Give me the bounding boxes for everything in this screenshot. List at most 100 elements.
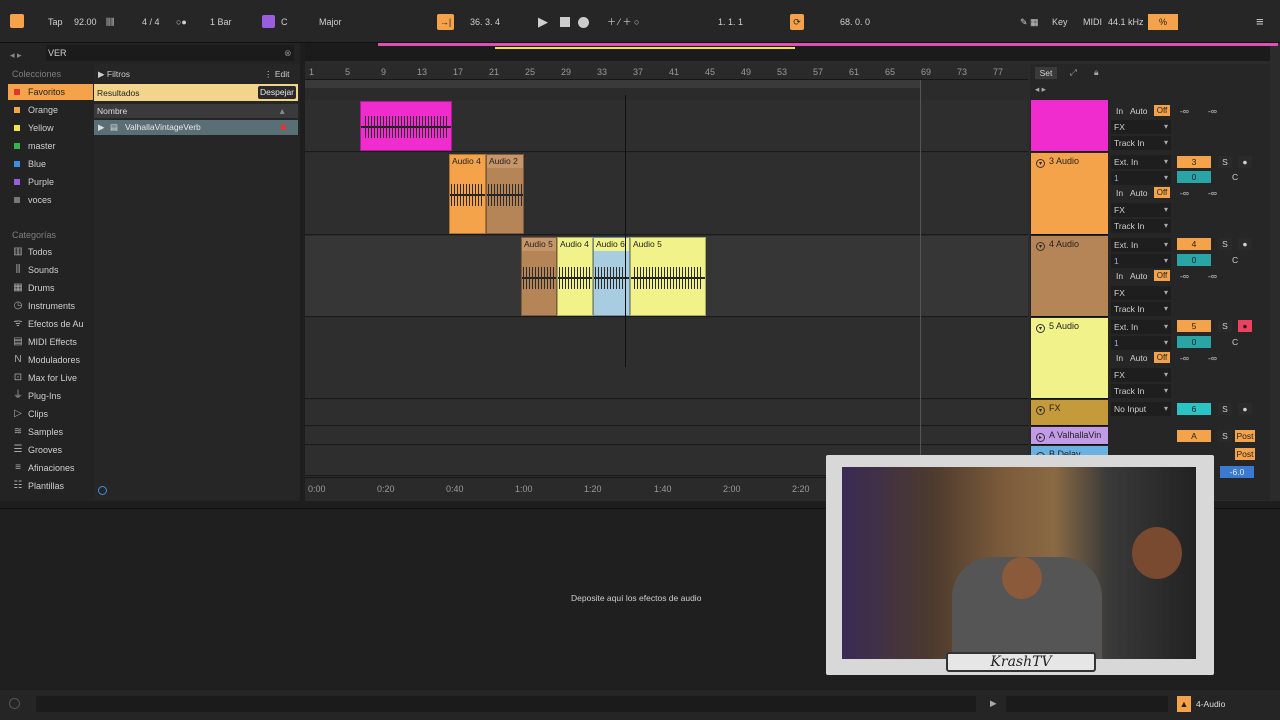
master-volume[interactable]: -6.0 — [1220, 466, 1254, 478]
collection-voces[interactable]: voces — [8, 192, 93, 208]
solo-button[interactable]: S — [1218, 430, 1232, 442]
preview-icon[interactable] — [98, 486, 107, 495]
clear-button[interactable]: Despejar — [258, 86, 297, 99]
edit-button[interactable]: ⋮ Edit — [264, 69, 290, 80]
category-tunings[interactable]: ≡ Afinaciones — [8, 460, 93, 476]
live-logo-icon[interactable] — [10, 14, 24, 28]
lock-icon[interactable]: 🔒︎ — [1094, 67, 1099, 78]
solo-button[interactable]: S — [1218, 238, 1232, 250]
track-activator[interactable]: 5 — [1177, 320, 1211, 332]
back-icon[interactable]: ◂ ▸ — [10, 47, 22, 63]
result-row[interactable]: ▶ ▤ ValhallaVintageVerb — [94, 120, 298, 135]
audio-clip[interactable]: Audio 5 — [521, 237, 557, 316]
category-midi-effects[interactable]: ▤ MIDI Effects — [8, 334, 93, 350]
audio-clip[interactable] — [360, 101, 452, 151]
input-dropdown[interactable]: Ext. In — [1111, 238, 1171, 252]
play-icon[interactable]: ▶ — [538, 14, 548, 30]
collection-blue[interactable]: Blue — [8, 156, 93, 172]
audio-clip[interactable]: Audio 2 — [486, 154, 524, 234]
output-channel-dropdown[interactable]: Track In — [1111, 219, 1171, 233]
return-header-a[interactable]: ▸ A ValhallaVin — [1031, 427, 1108, 445]
output-channel-dropdown[interactable]: Track In — [1111, 302, 1171, 316]
audio-clip[interactable]: Audio 4 — [557, 237, 593, 316]
track-activator[interactable]: 6 — [1177, 403, 1211, 415]
draw-mode-icon[interactable]: ✎ ▦ — [1020, 14, 1039, 30]
audio-clip[interactable]: Audio 5 — [630, 237, 706, 316]
category-plugins[interactable]: ⏚ Plug-Ins — [8, 388, 93, 404]
track-header-fx[interactable]: ▾ FX — [1031, 400, 1108, 426]
expand-icon[interactable]: ⤢ — [1070, 67, 1077, 78]
nav-arrows-icon[interactable]: ◂ ▸ — [1035, 84, 1046, 95]
info-icon[interactable] — [9, 698, 20, 709]
category-grooves[interactable]: ☰ Grooves — [8, 442, 93, 458]
fold-icon[interactable]: ▾ — [1036, 242, 1045, 251]
arm-icon[interactable]: ● — [1238, 156, 1252, 168]
input-dropdown[interactable]: Ext. In — [1111, 155, 1171, 169]
auto-monitor-button[interactable]: Auto — [1130, 353, 1148, 363]
category-modulators[interactable]: Ν Moduladores — [8, 352, 93, 368]
tap-button[interactable]: Tap — [48, 14, 63, 30]
track-activator[interactable]: A — [1177, 430, 1211, 442]
post-button[interactable]: Post — [1235, 430, 1255, 442]
nudge-icon[interactable]: ⫼⫼ — [106, 14, 114, 30]
in-monitor-button[interactable]: In — [1116, 188, 1123, 198]
meter-field[interactable]: 4 / 4 — [142, 14, 160, 30]
category-instruments[interactable]: ◷ Instruments — [8, 298, 93, 314]
category-templates[interactable]: ☷ Plantillas — [8, 478, 93, 494]
play-icon[interactable]: ▸ — [1036, 433, 1045, 442]
loop-length-field[interactable]: 68. 0. 0 — [840, 14, 870, 30]
input-channel-dropdown[interactable]: 1 — [1111, 254, 1171, 268]
midi-map-button[interactable]: MIDI — [1083, 14, 1102, 30]
fold-icon[interactable]: ▾ — [1036, 406, 1045, 415]
category-clips[interactable]: ▷ Clips — [8, 406, 93, 422]
category-audio-effects[interactable]: ᯤ Efectos de Au — [8, 316, 93, 332]
output-dropdown[interactable]: FX — [1111, 368, 1171, 382]
play-icon[interactable]: ▶ — [990, 698, 997, 709]
key-map-button[interactable]: Key — [1052, 14, 1068, 30]
quantize-dropdown[interactable]: 1 Bar — [210, 14, 232, 30]
output-dropdown[interactable]: FX — [1111, 120, 1171, 134]
arm-icon[interactable]: ● — [1238, 238, 1252, 250]
in-monitor-button[interactable]: In — [1116, 106, 1123, 116]
arm-icon[interactable]: ● — [1238, 320, 1252, 332]
output-channel-dropdown[interactable]: Track In — [1111, 136, 1171, 150]
search-input[interactable]: VER — [46, 45, 294, 61]
auto-monitor-button[interactable]: Auto — [1130, 106, 1148, 116]
auto-monitor-button[interactable]: Auto — [1130, 188, 1148, 198]
name-column-header[interactable]: Nombre ▲ — [94, 104, 298, 118]
off-monitor-button[interactable]: Off — [1154, 105, 1170, 116]
arrangement-position[interactable]: 36. 3. 4 — [470, 14, 500, 30]
category-samples[interactable]: ≋ Samples — [8, 424, 93, 440]
post-button[interactable]: Post — [1235, 448, 1255, 460]
tempo-field[interactable]: 92.00 — [74, 14, 97, 30]
solo-button[interactable]: S — [1218, 403, 1232, 415]
metronome-icon[interactable]: ○● — [176, 14, 187, 30]
category-sounds[interactable]: ⫼ Sounds — [8, 262, 93, 278]
fold-icon[interactable]: ▾ — [1036, 159, 1045, 168]
filters-toggle[interactable]: ▶ Filtros — [98, 69, 130, 80]
input-channel-dropdown[interactable]: 1 — [1111, 171, 1171, 185]
solo-button[interactable]: S — [1218, 156, 1232, 168]
set-button[interactable]: Set — [1035, 67, 1057, 79]
sort-icon[interactable]: ▲ — [278, 106, 286, 116]
expand-icon[interactable]: ▶ — [98, 122, 105, 133]
arm-icon[interactable]: ● — [1238, 403, 1252, 415]
off-monitor-button[interactable]: Off — [1154, 270, 1170, 281]
overview-strip[interactable] — [305, 43, 1278, 61]
loop-button[interactable]: ⟳ — [790, 14, 804, 30]
bar-ruler[interactable]: 1 5 9 13 17 21 25 29 33 37 41 45 49 53 5… — [305, 64, 1028, 80]
solo-button[interactable]: S — [1218, 320, 1232, 332]
output-dropdown[interactable]: FX — [1111, 286, 1171, 300]
collection-yellow[interactable]: Yellow — [8, 120, 93, 136]
overdub-icon[interactable]: ＋ ⁄ ＋ ○ — [607, 14, 639, 30]
input-dropdown[interactable]: Ext. In — [1111, 320, 1171, 334]
stop-icon[interactable] — [560, 17, 570, 27]
fold-icon[interactable]: ▾ — [1036, 324, 1045, 333]
scale-dropdown[interactable]: Major — [319, 14, 342, 30]
output-dropdown[interactable]: FX — [1111, 203, 1171, 217]
off-monitor-button[interactable]: Off — [1154, 352, 1170, 363]
in-monitor-button[interactable]: In — [1116, 353, 1123, 363]
category-drums[interactable]: ▦ Drums — [8, 280, 93, 296]
track-header-5[interactable]: ▾ 5 Audio — [1031, 318, 1108, 399]
track-header-3[interactable]: ▾ 3 Audio — [1031, 153, 1108, 235]
